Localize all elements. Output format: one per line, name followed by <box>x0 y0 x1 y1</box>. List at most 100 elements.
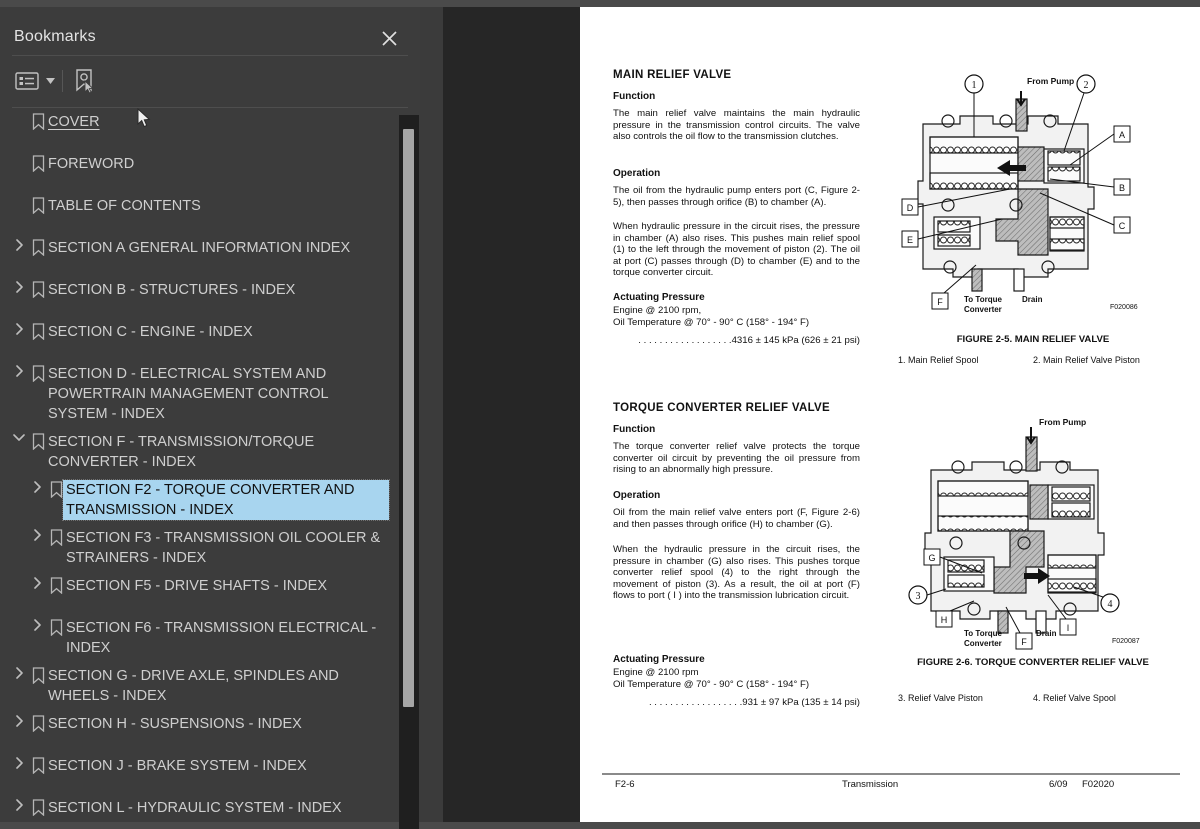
bookmark-item[interactable]: COVER <box>0 108 420 150</box>
chevron-right-icon[interactable] <box>10 365 28 377</box>
bookmark-item-label: SECTION C - ENGINE - INDEX <box>48 324 253 340</box>
svg-text:C: C <box>1119 221 1126 231</box>
svg-text:From Pump: From Pump <box>1039 417 1086 427</box>
bookmark-pointer-icon[interactable] <box>70 66 100 96</box>
chevron-right-icon[interactable] <box>28 481 46 493</box>
bookmark-icon <box>28 113 48 130</box>
bookmark-icon <box>28 239 48 256</box>
main-relief-valve-title: MAIN RELIEF VALVE <box>613 69 732 81</box>
figure-2-6-legend-item-1: 3. Relief Valve Piston <box>898 693 983 703</box>
main-relief-valve-function-heading: Function <box>613 91 656 102</box>
main-relief-valve-operation-heading: Operation <box>613 168 661 179</box>
list-options-icon[interactable] <box>12 68 42 94</box>
tcrv-function-text: The torque converter relief valve protec… <box>613 441 860 476</box>
svg-text:F020087: F020087 <box>1112 638 1140 645</box>
figure-2-5-legend-item-1: 1. Main Relief Spool <box>898 355 979 365</box>
chevron-down-icon[interactable] <box>42 68 58 94</box>
bookmark-item-label: SECTION F3 - TRANSMISSION OIL COOLER & S… <box>66 530 381 566</box>
footer-revision: 6/09 <box>1049 779 1068 790</box>
pdf-page: MAIN RELIEF VALVE Function The main reli… <box>580 7 1200 822</box>
figure-2-6-legend: 3. Relief Valve Piston 4. Relief Valve S… <box>898 693 1168 704</box>
footer-doc-code: F02020 <box>1082 779 1115 790</box>
chevron-down-icon[interactable] <box>10 433 28 442</box>
svg-text:From Pump: From Pump <box>1027 76 1074 86</box>
tcrv-operation-p2: When the hydraulic pressure in the circu… <box>613 544 860 602</box>
bookmarks-scrollbar-thumb[interactable] <box>403 129 414 707</box>
close-icon[interactable] <box>376 25 402 51</box>
chevron-right-icon[interactable] <box>10 799 28 811</box>
main-relief-valve-operation-p2: When hydraulic pressure in the circuit r… <box>613 221 860 279</box>
footer-page-number: F2-6 <box>615 779 635 790</box>
tcrv-function-heading: Function <box>613 424 656 435</box>
svg-text:To Torque: To Torque <box>964 629 1002 638</box>
chevron-right-icon[interactable] <box>10 281 28 293</box>
bookmark-item[interactable]: SECTION F - TRANSMISSION/TORQUE CONVERTE… <box>0 428 420 476</box>
bookmark-icon <box>28 757 48 774</box>
bookmark-icon <box>28 197 48 214</box>
svg-text:Drain: Drain <box>1036 629 1057 638</box>
svg-text:To Torque: To Torque <box>964 295 1002 304</box>
svg-text:1: 1 <box>972 80 977 91</box>
figure-2-5-legend: 1. Main Relief Spool 2. Main Relief Valv… <box>898 355 1168 366</box>
bookmark-icon <box>46 619 66 636</box>
chevron-right-icon[interactable] <box>28 529 46 541</box>
bookmark-icon <box>28 323 48 340</box>
svg-text:E: E <box>907 235 913 245</box>
bookmark-item[interactable]: SECTION G - DRIVE AXLE, SPINDLES AND WHE… <box>0 662 420 710</box>
svg-text:B: B <box>1119 183 1125 193</box>
bookmarks-panel: Bookmarks COVER FOREWORD TABLE OF CONTEN… <box>0 7 420 829</box>
pdf-viewer-area: MAIN RELIEF VALVE Function The main reli… <box>443 7 1200 822</box>
svg-text:A: A <box>1119 130 1125 140</box>
bookmark-icon <box>28 433 48 450</box>
bookmark-item-label: SECTION A GENERAL INFORMATION INDEX <box>48 240 351 256</box>
main-relief-valve-actuating-line2: Oil Temperature @ 70° - 90° C (158° - 19… <box>613 317 810 328</box>
chevron-right-icon[interactable] <box>10 715 28 727</box>
bookmark-item[interactable]: SECTION B - STRUCTURES - INDEX <box>0 276 420 318</box>
bookmark-item[interactable]: SECTION J - BRAKE SYSTEM - INDEX <box>0 752 420 794</box>
chevron-right-icon[interactable] <box>28 619 46 631</box>
bookmark-item-label: SECTION J - BRAKE SYSTEM - INDEX <box>48 758 307 774</box>
window-top-strip <box>0 0 1200 7</box>
bookmarks-panel-title: Bookmarks <box>14 28 96 45</box>
bookmark-item-label: SECTION G - DRIVE AXLE, SPINDLES AND WHE… <box>48 668 339 704</box>
chevron-right-icon[interactable] <box>10 239 28 251</box>
bookmark-item-label: SECTION B - STRUCTURES - INDEX <box>48 282 296 298</box>
bookmarks-list[interactable]: COVER FOREWORD TABLE OF CONTENTS SECTION A… <box>0 108 420 829</box>
bookmark-item[interactable]: SECTION H - SUSPENSIONS - INDEX <box>0 710 420 752</box>
bookmark-item-label: SECTION F6 - TRANSMISSION ELECTRICAL - I… <box>66 620 377 656</box>
svg-text:I: I <box>1067 623 1070 633</box>
bookmark-item[interactable]: SECTION F3 - TRANSMISSION OIL COOLER & S… <box>0 524 420 572</box>
torque-converter-relief-valve-title: TORQUE CONVERTER RELIEF VALVE <box>613 402 830 414</box>
bookmark-item-label: SECTION H - SUSPENSIONS - INDEX <box>48 716 302 732</box>
bookmark-item[interactable]: SECTION D - ELECTRICAL SYSTEM AND POWERT… <box>0 360 420 428</box>
bookmark-item[interactable]: SECTION F2 - TORQUE CONVERTER AND TRANSM… <box>0 476 420 524</box>
pdf-reader-window: Bookmarks COVER FOREWORD TABLE OF CONTEN… <box>0 0 1200 829</box>
svg-text:F: F <box>1021 637 1027 647</box>
bookmark-item[interactable]: SECTION F5 - DRIVE SHAFTS - INDEX <box>0 572 420 614</box>
bookmark-icon <box>28 799 48 816</box>
chevron-right-icon[interactable] <box>10 667 28 679</box>
figure-2-6-legend-item-2: 4. Relief Valve Spool <box>1033 693 1116 703</box>
tcrv-actuating-line1: Engine @ 2100 rpm <box>613 667 699 678</box>
svg-text:4: 4 <box>1108 599 1113 610</box>
chevron-right-icon[interactable] <box>28 577 46 589</box>
bookmark-item[interactable]: TABLE OF CONTENTS <box>0 192 420 234</box>
bookmark-item[interactable]: SECTION F6 - TRANSMISSION ELECTRICAL - I… <box>0 614 420 662</box>
bookmark-item-label: SECTION F2 - TORQUE CONVERTER AND TRANSM… <box>62 479 390 521</box>
svg-text:F: F <box>937 297 943 307</box>
figure-2-6-diagram: From Pump G 3 H I F 4 To Torque Converte… <box>898 415 1168 655</box>
figure-2-5-legend-item-2: 2. Main Relief Valve Piston <box>1033 355 1140 365</box>
main-relief-valve-operation-p1: The oil from the hydraulic pump enters p… <box>613 185 860 208</box>
tcrv-operation-heading: Operation <box>613 490 661 501</box>
bookmark-item[interactable]: SECTION A GENERAL INFORMATION INDEX <box>0 234 420 276</box>
chevron-right-icon[interactable] <box>10 323 28 335</box>
bookmark-item[interactable]: FOREWORD <box>0 150 420 192</box>
figure-2-5-caption: FIGURE 2-5. MAIN RELIEF VALVE <box>956 334 1110 345</box>
chevron-right-icon[interactable] <box>10 757 28 769</box>
bookmark-item[interactable]: SECTION L - HYDRAULIC SYSTEM - INDEX <box>0 794 420 829</box>
bookmark-item[interactable]: SECTION C - ENGINE - INDEX <box>0 318 420 360</box>
bookmark-icon <box>28 667 48 684</box>
bookmark-icon <box>46 577 66 594</box>
svg-text:F020086: F020086 <box>1110 304 1138 311</box>
panel-splitter[interactable] <box>420 7 858 822</box>
